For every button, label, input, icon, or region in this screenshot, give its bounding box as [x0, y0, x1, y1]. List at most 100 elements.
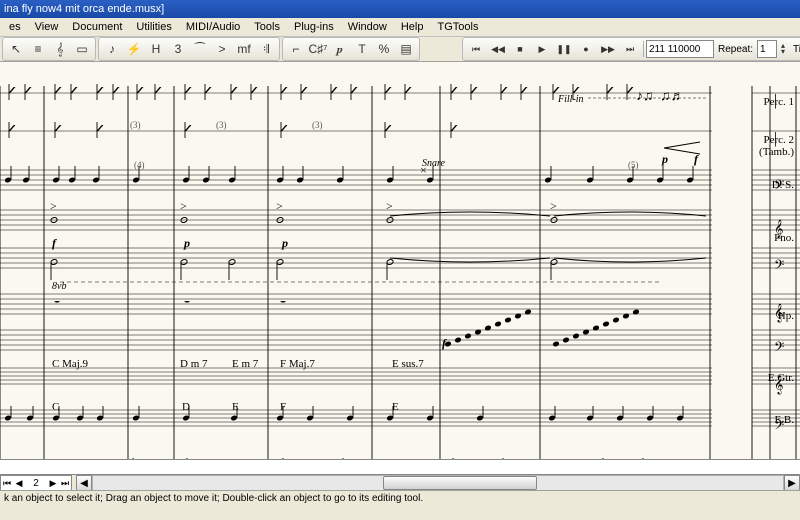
dynamic-marking: f: [694, 152, 698, 167]
tuplet-icon[interactable]: 3: [167, 39, 189, 59]
svg-text:>: >: [180, 199, 187, 213]
page-prev-icon[interactable]: ◀: [13, 477, 25, 489]
measure-number: (4): [134, 160, 145, 170]
smartshape-icon[interactable]: ⁀: [189, 39, 211, 59]
simple-entry-icon[interactable]: ♪: [101, 39, 123, 59]
score-annotation: Fill-in: [558, 94, 584, 105]
instrument-label: Hp.: [778, 310, 794, 322]
dynamic-marking: f: [442, 336, 446, 351]
chord-symbol: F: [280, 401, 286, 413]
dynamic-icon[interactable]: mf: [233, 39, 255, 59]
menu-es[interactable]: es: [2, 19, 28, 35]
svg-text:♪♫: ♪♫: [636, 89, 654, 104]
percent-icon[interactable]: %: [373, 39, 395, 59]
rewind-icon[interactable]: ◀◀: [487, 39, 509, 59]
window-titlebar: ina fly now4 mit orca ende.musx]: [0, 0, 800, 18]
play-icon[interactable]: ▶: [531, 39, 553, 59]
svg-text:>: >: [50, 199, 57, 213]
toolbar-group-entry: ♪⚡H3⁀>mf𝄇: [98, 37, 280, 61]
repeat-stepper-icon[interactable]: ▴▾: [777, 39, 789, 59]
menu-window[interactable]: Window: [341, 19, 394, 35]
record-icon[interactable]: ●: [575, 39, 597, 59]
menu-plugins[interactable]: Plug-ins: [287, 19, 341, 35]
instrument-label: E.Gtr.: [768, 372, 794, 384]
hyperscribe-icon[interactable]: H: [145, 39, 167, 59]
chord-symbol: E sus.7: [392, 358, 424, 370]
pause-icon[interactable]: ❚❚: [553, 39, 575, 59]
text-icon[interactable]: T: [351, 39, 373, 59]
window-title: ina fly now4 mit orca ende.musx]: [4, 3, 164, 15]
page-last-icon[interactable]: ⏭: [59, 477, 71, 489]
menu-tools[interactable]: Tools: [247, 19, 287, 35]
chord-symbol: D m 7: [180, 358, 208, 370]
articulation-icon[interactable]: >: [211, 39, 233, 59]
chord-symbol: C Maj.9: [52, 358, 88, 370]
playback-toolbar: ⏮◀◀■▶❚❚●▶▶⏭ 211 110000 Repeat: 1 ▴▾ Time…: [462, 37, 800, 61]
svg-text:>: >: [386, 199, 393, 213]
measure-number: (5): [628, 160, 639, 170]
instrument-label: E.B.: [774, 414, 794, 426]
menu-utilities[interactable]: Utilities: [129, 19, 178, 35]
svg-text:𝄢: 𝄢: [774, 341, 784, 358]
expr-icon[interactable]: 𝆏: [329, 39, 351, 59]
main-toolbar: ↖≡𝄞▭♪⚡H3⁀>mf𝄇⌐C♯⁷𝆏T%▤ ⏮◀◀■▶❚❚●▶▶⏭ 211 11…: [0, 37, 800, 62]
page-number-field[interactable]: [25, 477, 47, 490]
repeat-field[interactable]: 1: [757, 40, 777, 58]
instrument-label: Perc. 2 (Tamb.): [759, 134, 794, 158]
menu-help[interactable]: Help: [394, 19, 431, 35]
menu-tgtools[interactable]: TGTools: [430, 19, 485, 35]
instrument-label: Perc. 1: [763, 96, 794, 108]
chord-symbol: D: [182, 401, 190, 413]
page-navigator: ⏮ ◀ ▶ ⏭: [0, 475, 72, 491]
speedy-entry-icon[interactable]: ⚡: [123, 39, 145, 59]
instrument-label: D. S.: [772, 179, 794, 191]
svg-text:𝄻: 𝄻: [184, 297, 190, 314]
scroll-track[interactable]: [92, 475, 784, 491]
staff-tool-icon[interactable]: ≡: [27, 39, 49, 59]
score-annotation: Snare: [422, 158, 445, 169]
measure-number: (3): [130, 120, 141, 130]
chord-symbol: F Maj.7: [280, 358, 315, 370]
dynamic-marking: p: [282, 236, 288, 251]
svg-text:>: >: [276, 199, 283, 213]
scroll-right-icon[interactable]: ▶: [784, 475, 800, 491]
score-annotation: 8vb: [52, 281, 66, 292]
dynamic-marking: f: [52, 236, 56, 251]
clef-tool-icon[interactable]: 𝄞: [49, 39, 71, 59]
status-bar: k an object to select it; Drag an object…: [0, 490, 800, 505]
ff-icon[interactable]: ▶▶: [597, 39, 619, 59]
selection-tool-icon[interactable]: ↖: [5, 39, 27, 59]
time-label: Time:: [789, 44, 800, 55]
svg-text:𝄻: 𝄻: [54, 297, 60, 314]
ruler: [0, 459, 800, 475]
instrument-label: Pno.: [774, 232, 794, 244]
toolbar-group-tools: ↖≡𝄞▭: [2, 37, 96, 61]
chord-symbol: C: [52, 401, 59, 413]
repeat-icon[interactable]: 𝄇: [255, 39, 277, 59]
menu-midi-audio[interactable]: MIDI/Audio: [179, 19, 247, 35]
rewind-start-icon[interactable]: ⏮: [465, 39, 487, 59]
chord-symbol: E: [232, 401, 239, 413]
ff-end-icon[interactable]: ⏭: [619, 39, 641, 59]
svg-text:𝄻: 𝄻: [280, 297, 286, 314]
scroll-thumb[interactable]: [383, 476, 537, 490]
measure-number: (3): [312, 120, 323, 130]
chord-symbol: E: [392, 401, 399, 413]
lyric-icon[interactable]: ⌐: [285, 39, 307, 59]
page-next-icon[interactable]: ▶: [47, 477, 59, 489]
playback-measure-field[interactable]: 211 110000: [646, 40, 714, 58]
chord-symbol: E m 7: [232, 358, 258, 370]
svg-text:>: >: [550, 199, 557, 213]
score-viewport[interactable]: ||𝄢𝄞𝄢𝄞𝄢𝄞𝄢𝄞𝄞𝄍𝄍𝄍𝄍𝄍𝄍𝄍𝄍𝄍𝄍𝄍𝄍𝄍𝄍𝄍𝄍𝄍𝄍𝄍𝄍𝄍𝄍𝄍𝄍𝄍𝄍♪♫♫…: [0, 62, 800, 505]
chord-icon[interactable]: C♯⁷: [307, 39, 329, 59]
scroll-left-icon[interactable]: ◀: [76, 475, 92, 491]
measure-tool-icon[interactable]: ▭: [71, 39, 93, 59]
menu-view[interactable]: View: [28, 19, 66, 35]
page-first-icon[interactable]: ⏮: [1, 477, 13, 489]
page-layout-icon[interactable]: ▤: [395, 39, 417, 59]
measure-number: (3): [216, 120, 227, 130]
menu-document[interactable]: Document: [65, 19, 129, 35]
status-text: k an object to select it; Drag an object…: [4, 493, 423, 504]
stop-icon[interactable]: ■: [509, 39, 531, 59]
toolbar-group-text: ⌐C♯⁷𝆏T%▤: [282, 37, 420, 61]
